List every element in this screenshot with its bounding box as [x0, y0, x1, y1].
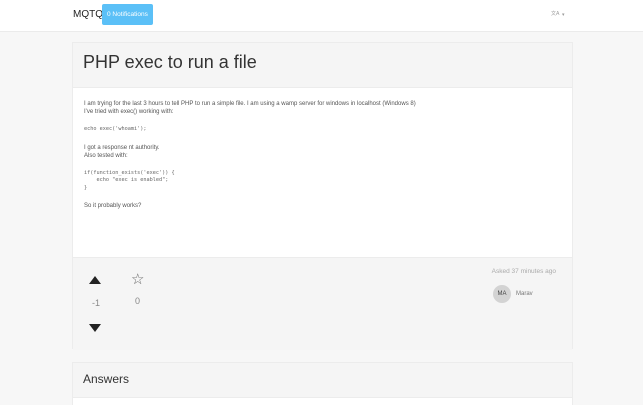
answers-card: Answers: [72, 362, 573, 405]
asked-timestamp: Asked 37 minutes ago: [491, 268, 556, 275]
top-navbar: MQTQ 0 Notifications 文A ▾: [0, 0, 643, 32]
author-name[interactable]: Marav: [516, 291, 533, 297]
body-paragraph: I am trying for the last 3 hours to tell…: [84, 101, 416, 107]
code-block: echo exec('whoami');: [84, 126, 147, 132]
brand-logo[interactable]: MQTQ: [73, 9, 103, 20]
svg-text:文A: 文A: [551, 10, 560, 16]
body-paragraph: So it probably works?: [84, 203, 142, 209]
body-paragraph: I got a response nt authority.: [84, 144, 160, 151]
translate-icon: 文A: [551, 10, 560, 17]
question-header: PHP exec to run a file: [73, 43, 572, 88]
body-paragraph: I've tried with exec() working with:: [84, 109, 174, 115]
body-paragraph: Also tested with:: [84, 152, 128, 159]
question-card: PHP exec to run a file I am trying for t…: [72, 42, 573, 350]
favorite-count: 0: [135, 296, 141, 306]
language-dropdown[interactable]: 文A ▾: [551, 10, 565, 18]
answers-header: Answers: [73, 363, 572, 398]
chevron-down-icon: ▾: [562, 12, 565, 18]
question-footer: -1 ☆ 0 Asked 37 minutes ago MA Marav: [73, 257, 572, 350]
avatar[interactable]: MA: [493, 285, 511, 303]
question-title: PHP exec to run a file: [83, 52, 257, 72]
vote-count: -1: [91, 298, 100, 308]
downvote-arrow-icon[interactable]: [89, 324, 101, 332]
star-icon[interactable]: ☆: [131, 272, 144, 287]
question-body: I am trying for the last 3 hours to tell…: [84, 100, 564, 210]
upvote-arrow-icon[interactable]: [89, 276, 101, 284]
answers-title: Answers: [83, 372, 130, 386]
notifications-button[interactable]: 0 Notifications: [102, 4, 153, 25]
code-block: if(function_exists('exec')) { echo "exec…: [84, 169, 175, 191]
